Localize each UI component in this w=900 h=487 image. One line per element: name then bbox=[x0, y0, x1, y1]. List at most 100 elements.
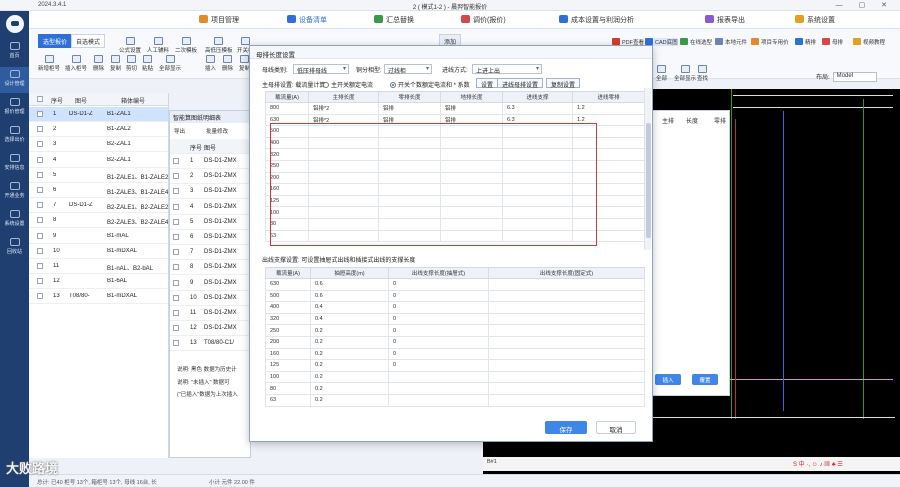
table-cell[interactable]: 320 bbox=[265, 148, 309, 161]
row-checkbox[interactable] bbox=[173, 158, 179, 164]
table-cell[interactable] bbox=[502, 171, 573, 185]
table-cell[interactable]: 0 bbox=[388, 335, 489, 349]
table-cell[interactable]: 0.2 bbox=[310, 347, 389, 361]
table-row[interactable]: 125 bbox=[265, 194, 645, 208]
menu-equipment[interactable]: 设备清单 bbox=[287, 15, 327, 25]
row-checkbox[interactable] bbox=[173, 264, 179, 271]
table-cell[interactable] bbox=[308, 148, 379, 161]
row-checkbox[interactable] bbox=[37, 263, 43, 269]
table-cell[interactable] bbox=[378, 125, 441, 138]
table-cell[interactable]: 铝排 bbox=[440, 113, 503, 127]
table-cell[interactable] bbox=[440, 217, 503, 231]
window-controls[interactable]: — ▢ ✕ bbox=[836, 1, 894, 9]
table-row[interactable]: 13 T08/80- B1-mDXAL bbox=[29, 289, 168, 305]
table-cell[interactable] bbox=[378, 194, 441, 208]
tool-insert[interactable]: 插入 bbox=[205, 55, 216, 72]
table-cell[interactable]: 500 bbox=[265, 125, 309, 138]
nav-item-business[interactable]: 开通业务 bbox=[0, 179, 29, 205]
table-cell[interactable] bbox=[488, 278, 645, 291]
export-button[interactable]: 导出 bbox=[174, 127, 185, 135]
table-row[interactable]: 80 bbox=[265, 217, 645, 231]
table-cell[interactable]: 630 bbox=[265, 113, 309, 127]
table-cell[interactable]: 0.4 bbox=[310, 312, 389, 326]
table-row[interactable]: 11 B1-nAL、B2-bAL bbox=[29, 259, 168, 274]
nav-item-design[interactable]: 设计管理 bbox=[0, 67, 29, 93]
nav-item-choose[interactable]: 选择出价 bbox=[0, 123, 29, 149]
list-item[interactable]: 5 DS-D1-ZMX bbox=[170, 215, 250, 230]
row-checkbox[interactable] bbox=[173, 279, 179, 286]
tool-video[interactable]: 视频教程 bbox=[853, 38, 885, 46]
table-cell[interactable] bbox=[488, 370, 645, 384]
tool-template2[interactable]: 二次模板 bbox=[175, 37, 197, 54]
way-select[interactable]: 上进上出 bbox=[472, 64, 542, 75]
table-cell[interactable]: 0.2 bbox=[310, 370, 389, 384]
table-row[interactable]: 160 0.2 0 bbox=[265, 347, 645, 361]
tool-local-parts[interactable]: 本地元件 bbox=[715, 38, 747, 46]
row-checkbox[interactable] bbox=[37, 126, 43, 133]
table-cell[interactable]: 0 bbox=[388, 278, 489, 291]
tool-labor[interactable]: 人工辅料 bbox=[147, 37, 169, 54]
row-checkbox[interactable] bbox=[37, 156, 43, 163]
table-row[interactable]: 800 铝排*2 铝排 铝排 6.3 1.2 bbox=[265, 102, 645, 115]
row-checkbox[interactable] bbox=[37, 247, 43, 254]
table-row[interactable]: 500 0.6 0 bbox=[265, 289, 645, 303]
list-item[interactable]: 4 DS-D1-ZMX bbox=[170, 200, 250, 215]
table-row[interactable]: 2 B1-ZAL2 bbox=[29, 122, 168, 138]
table-cell[interactable] bbox=[308, 159, 379, 173]
tool-copy[interactable]: 复制 bbox=[110, 55, 121, 72]
table-cell[interactable] bbox=[378, 229, 441, 243]
table-cell[interactable]: 160 bbox=[265, 347, 311, 361]
option-main-switch[interactable]: 主开关额定电流 bbox=[323, 80, 373, 89]
table-row[interactable]: 630 0.6 0 bbox=[265, 278, 645, 291]
row-checkbox[interactable] bbox=[173, 294, 179, 301]
table-cell[interactable]: 0 bbox=[388, 312, 489, 326]
table-cell[interactable] bbox=[572, 194, 645, 208]
table-cell[interactable] bbox=[378, 159, 441, 173]
table-row[interactable]: 1 DS-D1-Z B1-ZAL1 bbox=[29, 107, 168, 122]
row-checkbox[interactable] bbox=[37, 217, 43, 224]
tool-insert-cabinet[interactable]: 插入柜号 bbox=[65, 55, 87, 72]
row-checkbox[interactable] bbox=[37, 187, 43, 193]
table-cell[interactable] bbox=[378, 136, 441, 150]
set-button[interactable]: 设置 bbox=[476, 78, 499, 89]
table-cell[interactable] bbox=[440, 148, 503, 161]
row-checkbox[interactable] bbox=[173, 234, 179, 240]
tool-formula[interactable]: 公式设置 bbox=[119, 37, 141, 54]
nav-item-recycle[interactable]: 回收站 bbox=[0, 235, 29, 261]
table-cell[interactable]: 0.2 bbox=[310, 359, 389, 372]
table-cell[interactable] bbox=[488, 359, 645, 372]
table-cell[interactable] bbox=[572, 171, 645, 185]
table-cell[interactable] bbox=[572, 217, 645, 231]
row-checkbox[interactable] bbox=[173, 218, 179, 225]
table-cell[interactable] bbox=[378, 171, 441, 185]
table-cell[interactable] bbox=[488, 312, 645, 326]
tab-select-quote[interactable]: 选型报价 bbox=[38, 34, 73, 48]
table-cell[interactable]: 0.4 bbox=[310, 301, 389, 314]
list-item[interactable]: 12 DS-D1-ZMX bbox=[170, 321, 250, 337]
table-cell[interactable]: 200 bbox=[265, 335, 311, 349]
table-cell[interactable]: 80 bbox=[265, 217, 309, 231]
cancel-button[interactable]: 取消 bbox=[596, 421, 636, 434]
table-cell[interactable] bbox=[308, 171, 379, 185]
row-checkbox[interactable] bbox=[173, 203, 179, 210]
table-cell[interactable]: 0.2 bbox=[310, 393, 389, 407]
table-cell[interactable]: 铝排*2 bbox=[308, 113, 379, 127]
layout-select[interactable]: Model bbox=[832, 72, 877, 83]
table-cell[interactable]: 1.2 bbox=[572, 102, 645, 115]
tool-show-all-right[interactable]: 全部显示 bbox=[674, 65, 696, 82]
table-cell[interactable] bbox=[378, 183, 441, 196]
table-cell[interactable]: 0 bbox=[388, 324, 489, 337]
menu-summary[interactable]: 汇总替换 bbox=[374, 15, 414, 25]
table-cell[interactable]: 800 bbox=[265, 102, 309, 115]
table-cell[interactable] bbox=[572, 206, 645, 219]
tool-online-select[interactable]: 在线选型 bbox=[680, 38, 712, 46]
table-row[interactable]: 63 0.2 bbox=[265, 393, 645, 407]
table-cell[interactable]: 1.2 bbox=[572, 113, 645, 127]
table-cell[interactable] bbox=[388, 370, 489, 384]
table-cell[interactable] bbox=[488, 335, 645, 349]
table-cell[interactable] bbox=[488, 289, 645, 303]
table-row[interactable]: 100 0.2 bbox=[265, 370, 645, 384]
table-cell[interactable]: 铝排 bbox=[378, 102, 441, 115]
table-cell[interactable] bbox=[308, 183, 379, 196]
table-cell[interactable]: 0 bbox=[388, 347, 489, 361]
